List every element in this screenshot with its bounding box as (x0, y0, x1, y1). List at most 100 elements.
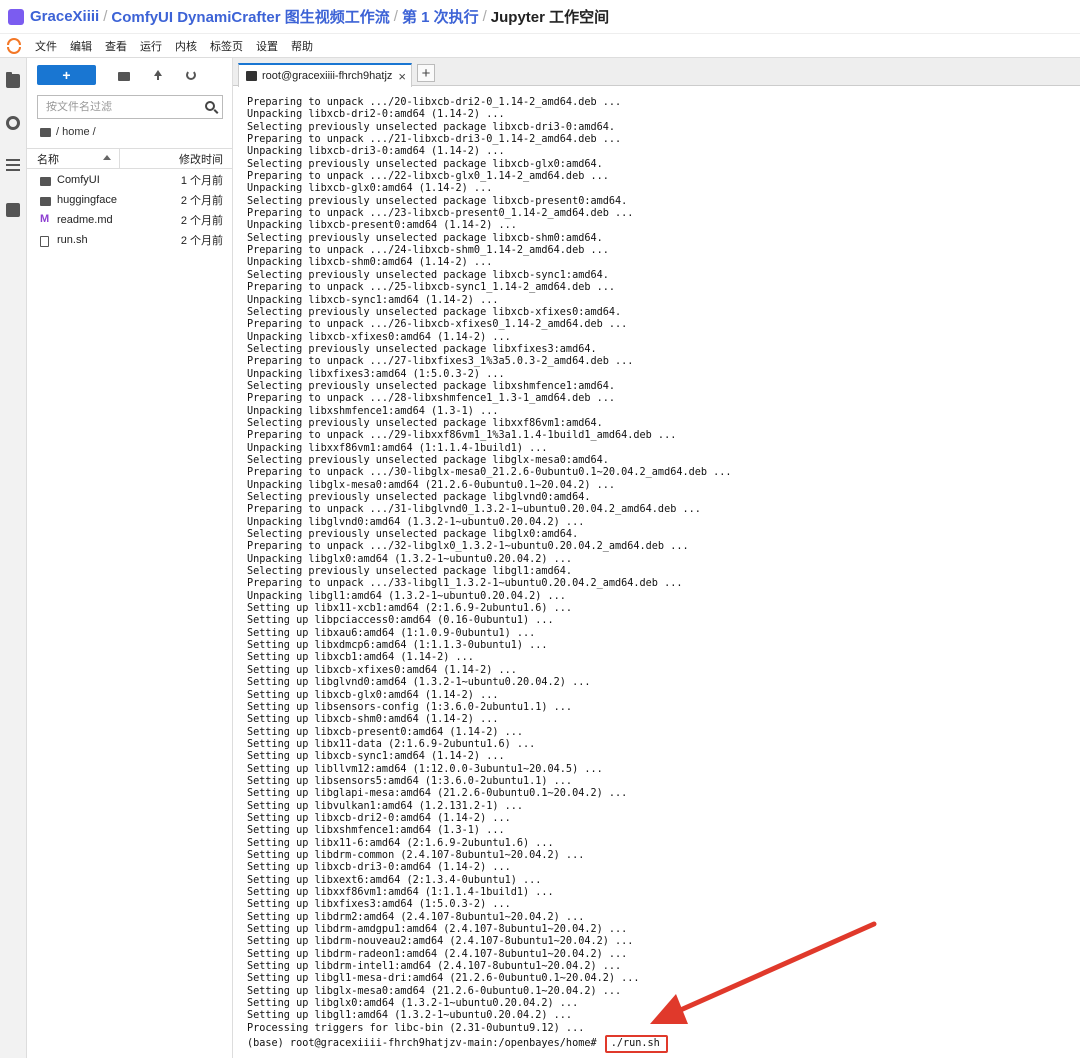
terminal-command-highlight: ./run.sh (604, 1035, 668, 1054)
running-sessions-icon[interactable] (6, 116, 20, 130)
terminal-line: Setting up libxcb-xfixes0:amd64 (1.14-2)… (247, 664, 517, 676)
breadcrumb-project[interactable]: ComfyUI DynamiCrafter 图生视频工作流 (111, 6, 389, 27)
menu-kernel[interactable]: 内核 (175, 38, 197, 54)
terminal-line: Selecting previously unselected package … (247, 529, 579, 541)
terminal-line: Selecting previously unselected package … (247, 492, 591, 503)
file-list-item[interactable]: Mreadme.md 2 个月前 (27, 210, 233, 230)
terminal-line: Unpacking libxshmfence1:amd64 (1.3-1) ..… (247, 405, 499, 417)
file-modified-time: 2 个月前 (180, 215, 223, 227)
close-icon[interactable]: × (398, 69, 406, 84)
breadcrumb-user[interactable]: GraceXiiii (30, 8, 99, 25)
extensions-icon[interactable] (6, 203, 20, 217)
file-list-item[interactable]: ComfyUI 1 个月前 (27, 170, 233, 190)
terminal-line: Preparing to unpack .../31-libglvnd0_1.3… (247, 504, 701, 516)
file-name: readme.md (57, 214, 113, 226)
menu-settings[interactable]: 设置 (256, 38, 278, 54)
menu-tabs[interactable]: 标签页 (210, 38, 243, 54)
terminal-line: Setting up libxfixes3:amd64 (1:5.0.3-2) … (247, 899, 511, 911)
tab-bar: root@gracexiiii-fhrch9hatjz × + (233, 58, 1080, 87)
column-modified-header[interactable]: 修改时间 (120, 151, 233, 167)
file-name: huggingface (57, 194, 117, 206)
terminal-prompt-line[interactable]: (base) root@gracexiiii-fhrch9hatjzv-main… (247, 1035, 1080, 1054)
file-list-item[interactable]: huggingface 2 个月前 (27, 190, 233, 210)
file-list-item[interactable]: run.sh 2 个月前 (27, 230, 233, 250)
terminal-line: Setting up libx11-xcb1:amd64 (2:1.6.9-2u… (247, 603, 573, 615)
terminal-line: Unpacking libxcb-shm0:amd64 (1.14-2) ... (247, 257, 493, 269)
table-of-contents-icon[interactable] (6, 159, 20, 173)
terminal-line: Setting up libxcb-sync1:amd64 (1.14-2) .… (247, 751, 505, 763)
terminal-line: Unpacking libglx-mesa0:amd64 (21.2.6-0ub… (247, 479, 616, 491)
terminal-line: Setting up libxshmfence1:amd64 (1.3-1) .… (247, 825, 505, 837)
markdown-icon: M (40, 213, 50, 225)
terminal-line: Setting up libdrm-nouveau2:amd64 (2.4.10… (247, 936, 634, 948)
terminal-line: Selecting previously unselected package … (247, 566, 573, 578)
terminal-line: Preparing to unpack .../26-libxcb-xfixes… (247, 319, 628, 331)
terminal-line: Selecting previously unselected package … (247, 195, 628, 207)
folder-icon (40, 177, 51, 186)
upload-icon[interactable] (152, 69, 164, 81)
terminal-line: Selecting previously unselected package … (247, 121, 616, 133)
breadcrumb-separator: / (482, 8, 487, 25)
breadcrumb-workspace: Jupyter 工作空间 (490, 9, 610, 26)
menu-file[interactable]: 文件 (35, 38, 57, 54)
tab-title: root@gracexiiii-fhrch9hatjz (262, 70, 393, 82)
terminal-line: Selecting previously unselected package … (247, 232, 603, 244)
project-logo-icon (8, 8, 24, 25)
terminal-command: ./run.sh (610, 1038, 660, 1050)
terminal-line: Unpacking libxcb-glx0:amd64 (1.14-2) ... (247, 183, 493, 195)
menu-run[interactable]: 运行 (140, 38, 162, 54)
column-name-header[interactable]: 名称 (27, 151, 119, 167)
terminal-line: Unpacking libxcb-sync1:amd64 (1.14-2) ..… (247, 294, 499, 306)
terminal-line: Setting up libx11-data (2:1.6.9-2ubuntu1… (247, 738, 536, 750)
terminal-output[interactable]: Preparing to unpack .../20-libxcb-dri2-0… (233, 91, 1080, 1058)
file-browser-icon[interactable] (6, 72, 20, 88)
menu-help[interactable]: 帮助 (291, 38, 313, 54)
terminal-line: Setting up libx11-6:amd64 (2:1.6.9-2ubun… (247, 837, 554, 849)
sort-ascending-icon (103, 154, 111, 160)
terminal-line: Selecting previously unselected package … (247, 269, 609, 281)
terminal-line: Preparing to unpack .../32-libglx0_1.3.2… (247, 541, 689, 553)
terminal-line: Preparing to unpack .../21-libxcb-dri3-0… (247, 134, 622, 146)
activity-bar (0, 58, 27, 1058)
terminal-line: Unpacking libxxf86vm1:amd64 (1:1.1.4-1bu… (247, 442, 548, 454)
column-name-label: 名称 (37, 153, 59, 166)
file-modified-time: 2 个月前 (180, 195, 223, 207)
file-browser-path[interactable]: / home / (40, 126, 96, 138)
terminal-line: Setting up libglx-mesa0:amd64 (21.2.6-0u… (247, 985, 622, 997)
terminal-line: Selecting previously unselected package … (247, 380, 616, 392)
terminal-line: Setting up libsensors-config (1:3.6.0-2u… (247, 701, 573, 713)
terminal-line: Preparing to unpack .../24-libxcb-shm0_1… (247, 245, 609, 257)
terminal-line: Preparing to unpack .../33-libgl1_1.3.2-… (247, 578, 683, 590)
new-folder-icon[interactable] (118, 71, 130, 81)
tab-terminal[interactable]: root@gracexiiii-fhrch9hatjz × (238, 63, 412, 87)
file-filter-input[interactable] (46, 101, 196, 113)
file-filter-box (37, 95, 223, 119)
file-name: run.sh (57, 234, 88, 246)
terminal-prompt: (base) root@gracexiiii-fhrch9hatjzv-main… (247, 1038, 603, 1050)
terminal-line: Setting up libsensors5:amd64 (1:3.6.0-2u… (247, 775, 573, 787)
terminal-line: Setting up libglapi-mesa:amd64 (21.2.6-0… (247, 788, 628, 800)
file-name: ComfyUI (57, 174, 100, 186)
new-launcher-button[interactable]: + (37, 65, 96, 85)
terminal-line: Setting up libxcb-shm0:amd64 (1.14-2) ..… (247, 714, 499, 726)
breadcrumb-bar: GraceXiiii / ComfyUI DynamiCrafter 图生视频工… (0, 0, 1080, 34)
terminal-line: Selecting previously unselected package … (247, 454, 609, 466)
terminal-line: Selecting previously unselected package … (247, 417, 603, 429)
breadcrumb-separator: / (393, 8, 398, 25)
terminal-line: Unpacking libgl1:amd64 (1.3.2-1~ubuntu0.… (247, 590, 566, 602)
terminal-line: Selecting previously unselected package … (247, 158, 603, 170)
terminal-line: Unpacking libxfixes3:amd64 (1:5.0.3-2) .… (247, 368, 505, 380)
terminal-line: Setting up libglvnd0:amd64 (1.3.2-1~ubun… (247, 677, 591, 689)
folder-icon (40, 127, 51, 137)
menubar: 文件 编辑 查看 运行 内核 标签页 设置 帮助 (0, 34, 1080, 58)
file-modified-time: 2 个月前 (180, 235, 223, 247)
breadcrumb-execution[interactable]: 第 1 次执行 (402, 6, 479, 27)
menu-view[interactable]: 查看 (105, 38, 127, 54)
terminal-line: Setting up libxxf86vm1:amd64 (1:1.1.4-1b… (247, 887, 554, 898)
terminal-line: Processing triggers for libc-bin (2.31-0… (247, 1022, 585, 1034)
add-tab-button[interactable]: + (417, 64, 435, 82)
menu-edit[interactable]: 编辑 (70, 38, 92, 54)
terminal-line: Unpacking libxcb-present0:amd64 (1.14-2)… (247, 220, 517, 232)
refresh-icon[interactable] (186, 70, 196, 80)
search-icon (205, 101, 215, 111)
